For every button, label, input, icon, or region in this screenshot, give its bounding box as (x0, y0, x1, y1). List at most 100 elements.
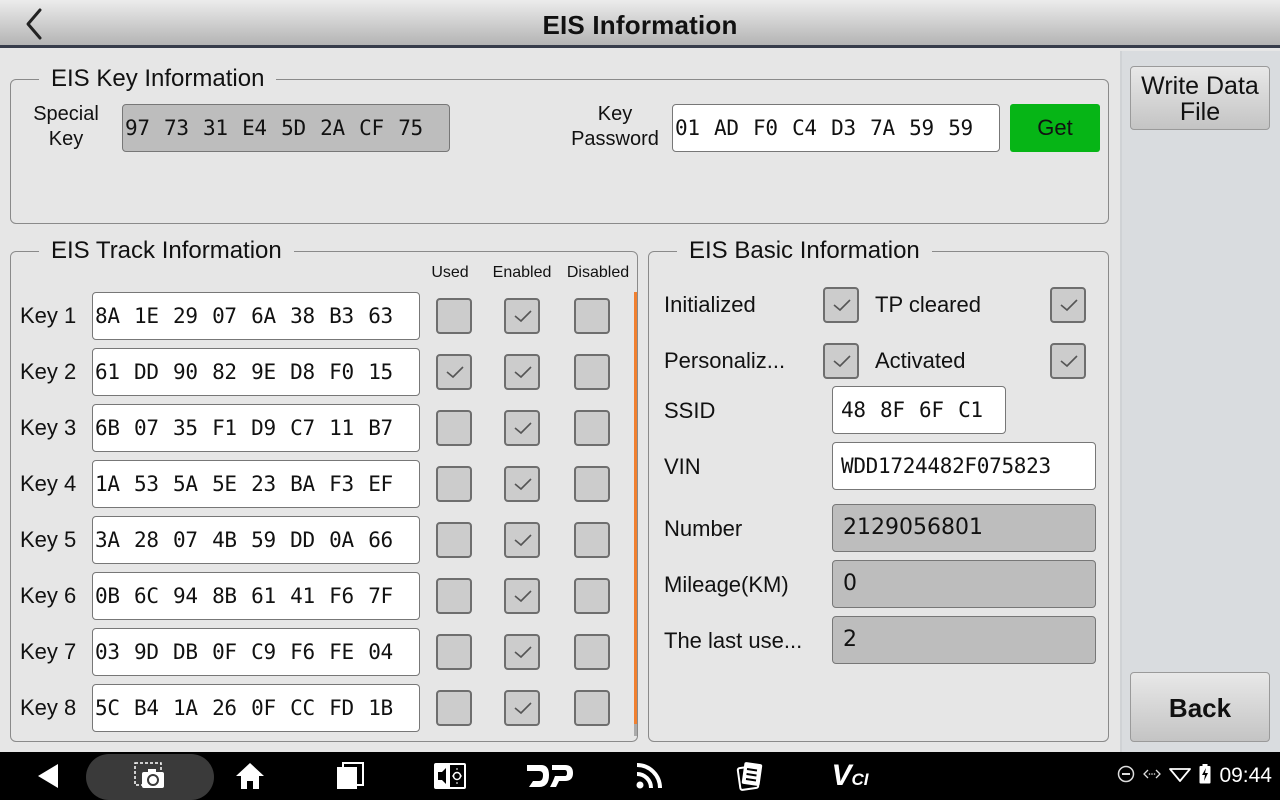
used-checkbox[interactable] (436, 522, 472, 558)
key-information-legend: EIS Key Information (51, 65, 265, 92)
get-button[interactable]: Get (1010, 104, 1100, 152)
tp-cleared-label: TP cleared (875, 292, 981, 317)
ssid-label: SSID (664, 398, 716, 423)
write-data-file-button[interactable]: Write Data File (1130, 66, 1270, 130)
track-key-value-input[interactable]: 0B 6C 94 8B 61 41 F6 7F (92, 572, 420, 620)
personalized-label: Personaliz... (664, 348, 786, 373)
activated-checkbox[interactable] (1050, 343, 1086, 379)
disabled-checkbox[interactable] (574, 298, 610, 334)
disabled-checkbox[interactable] (574, 690, 610, 726)
status-area: 09:44 (1117, 762, 1272, 790)
checkmark-icon (514, 478, 532, 491)
checkmark-icon (833, 299, 851, 312)
checkmark-icon (514, 590, 532, 603)
title-bar: EIS Information (0, 0, 1280, 48)
document-icon[interactable] (728, 760, 772, 792)
key-password-label: Key Password (562, 102, 668, 152)
recent-apps-icon[interactable] (328, 760, 372, 792)
rss-feed-icon[interactable] (628, 760, 672, 792)
disabled-checkbox[interactable] (574, 522, 610, 558)
track-key-value-input[interactable]: 3A 28 07 4B 59 DD 0A 66 (92, 516, 420, 564)
checkmark-icon (1060, 355, 1078, 368)
enabled-checkbox[interactable] (504, 354, 540, 390)
special-key-label-line1: Special (33, 103, 99, 125)
disabled-checkbox[interactable] (574, 354, 610, 390)
track-key-label: Key 3 (20, 415, 77, 440)
track-key-label: Key 5 (20, 527, 77, 552)
vci-logo-ci: CI (851, 770, 869, 789)
used-checkbox[interactable] (436, 466, 472, 502)
used-checkbox[interactable] (436, 578, 472, 614)
wifi-icon (1169, 765, 1192, 788)
special-key-label: Special Key (26, 102, 106, 152)
checkmark-icon (514, 702, 532, 715)
mileage-label: Mileage(KM) (664, 572, 789, 597)
tp-cleared-checkbox[interactable] (1050, 287, 1086, 323)
checkmark-icon (514, 422, 532, 435)
disabled-checkbox[interactable] (574, 466, 610, 502)
initialized-checkbox[interactable] (823, 287, 859, 323)
last-used-field: 2 (832, 616, 1096, 664)
used-checkbox[interactable] (436, 298, 472, 334)
track-key-label: Key 1 (20, 303, 77, 328)
used-checkbox[interactable] (436, 690, 472, 726)
page-title: EIS Information (542, 10, 738, 40)
track-key-label: Key 6 (20, 583, 77, 608)
vci-logo-v: V (831, 759, 852, 792)
scrollbar[interactable] (634, 292, 637, 724)
checkmark-icon (1060, 299, 1078, 312)
enabled-checkbox[interactable] (504, 298, 540, 334)
last-used-label: The last use... (664, 628, 803, 653)
key-password-label-line1: Key (597, 103, 633, 125)
vci-logo-icon[interactable]: V CI (826, 760, 874, 792)
disabled-checkbox[interactable] (574, 410, 610, 446)
special-key-field: 97 73 31 E4 5D 2A CF 75 (122, 104, 450, 152)
column-header-used: Used (431, 264, 469, 281)
back-triangle-icon[interactable] (26, 760, 70, 792)
enabled-checkbox[interactable] (504, 578, 540, 614)
enabled-checkbox[interactable] (504, 410, 540, 446)
track-key-label: Key 8 (20, 695, 77, 720)
do-not-disturb-icon (1117, 765, 1135, 788)
system-nav-bar: V CI 09:44 (0, 752, 1280, 800)
personalized-checkbox[interactable] (823, 343, 859, 379)
write-data-file-label-line1: Write Data (1141, 72, 1259, 100)
enabled-checkbox[interactable] (504, 466, 540, 502)
track-key-value-input[interactable]: 8A 1E 29 07 6A 38 B3 63 (92, 292, 420, 340)
data-transfer-icon (1143, 767, 1162, 786)
used-checkbox[interactable] (436, 354, 472, 390)
dp-logo-icon[interactable] (524, 760, 576, 792)
home-icon[interactable] (228, 760, 272, 792)
disabled-checkbox[interactable] (574, 578, 610, 614)
enabled-checkbox[interactable] (504, 522, 540, 558)
scrollbar-track-end (634, 724, 637, 736)
number-field: 2129056801 (832, 504, 1096, 552)
enabled-checkbox[interactable] (504, 690, 540, 726)
brightness-volume-icon[interactable] (428, 760, 472, 792)
write-data-file-label-line2: File (1179, 98, 1221, 126)
checkmark-icon (514, 366, 532, 379)
track-key-value-input[interactable]: 6B 07 35 F1 D9 C7 11 B7 (92, 404, 420, 452)
vin-input[interactable]: WDD1724482F075823 (832, 442, 1096, 490)
battery-charging-icon (1199, 763, 1211, 789)
activated-label: Activated (875, 348, 966, 373)
track-information-legend: EIS Track Information (51, 237, 282, 264)
checkmark-icon (446, 366, 464, 379)
checkmark-icon (514, 310, 532, 323)
disabled-checkbox[interactable] (574, 634, 610, 670)
enabled-checkbox[interactable] (504, 634, 540, 670)
key-password-input[interactable]: 01 AD F0 C4 D3 7A 59 59 (672, 104, 1000, 152)
key-password-label-line2: Password (571, 128, 659, 150)
track-key-value-input[interactable]: 1A 53 5A 5E 23 BA F3 EF (92, 460, 420, 508)
track-key-value-input[interactable]: 5C B4 1A 26 0F CC FD 1B (92, 684, 420, 732)
mileage-field: 0 (832, 560, 1096, 608)
track-key-value-input[interactable]: 61 DD 90 82 9E D8 F0 15 (92, 348, 420, 396)
screenshot-icon[interactable] (128, 760, 172, 792)
track-key-value-input[interactable]: 03 9D DB 0F C9 F6 FE 04 (92, 628, 420, 676)
checkmark-icon (833, 355, 851, 368)
used-checkbox[interactable] (436, 634, 472, 670)
ssid-input[interactable]: 48 8F 6F C1 (832, 386, 1006, 434)
back-button[interactable]: Back (1130, 672, 1270, 742)
used-checkbox[interactable] (436, 410, 472, 446)
number-label: Number (664, 516, 743, 541)
